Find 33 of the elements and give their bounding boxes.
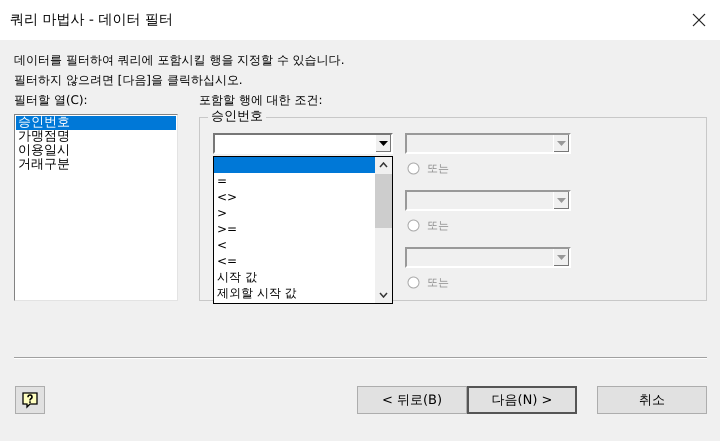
wizard-button[interactable]: < 뒤로(B) xyxy=(357,386,467,414)
columns-label: 필터할 열(C): xyxy=(14,92,88,108)
wizard-button[interactable]: 다음(N) > xyxy=(467,386,577,414)
dropdown-option[interactable]: >= xyxy=(214,221,375,237)
or-label: 또는 xyxy=(427,161,449,176)
scroll-down-icon[interactable] xyxy=(379,292,388,298)
scrollbar-thumb[interactable] xyxy=(375,174,392,228)
dropdown-option[interactable]: < xyxy=(214,237,375,253)
group-title: 승인번호 xyxy=(208,109,266,124)
dropdown-option[interactable]: <> xyxy=(214,189,375,205)
column-item[interactable]: 승인번호 xyxy=(16,116,176,130)
dropdown-option[interactable]: 시작 값 xyxy=(214,269,375,285)
wizard-button[interactable]: 취소 xyxy=(597,386,707,414)
column-item[interactable]: 가맹점명 xyxy=(16,130,176,144)
help-button[interactable] xyxy=(15,386,45,414)
dropdown-option[interactable]: > xyxy=(214,205,375,221)
column-listbox[interactable]: 승인번호 가맹점명 이용일시 거래구분 xyxy=(14,114,178,301)
help-icon xyxy=(21,391,39,409)
scrollbar[interactable] xyxy=(375,157,392,303)
dropdown-option[interactable]: 제외할 시작 값 xyxy=(214,285,375,301)
column-item[interactable]: 거래구분 xyxy=(16,158,176,172)
or-label: 또는 xyxy=(427,218,449,233)
dropdown-option[interactable]: <= xyxy=(214,253,375,269)
operator-combo[interactable] xyxy=(213,133,393,154)
dropdown-option[interactable]: = xyxy=(214,173,375,189)
conditions-label: 포함할 행에 대한 조건: xyxy=(199,92,322,108)
close-icon[interactable] xyxy=(692,13,706,27)
instruction-text: 데이터를 필터하여 쿼리에 포함시킬 행을 지정할 수 있습니다. xyxy=(14,52,346,68)
column-item[interactable]: 이용일시 xyxy=(16,144,176,158)
or-label: 또는 xyxy=(427,275,449,290)
scroll-up-icon[interactable] xyxy=(379,162,388,168)
instruction-text: 필터하지 않으려면 [다음]을 클릭하십시오. xyxy=(14,72,244,88)
window-title: 쿼리 마법사 - 데이터 필터 xyxy=(10,11,173,29)
